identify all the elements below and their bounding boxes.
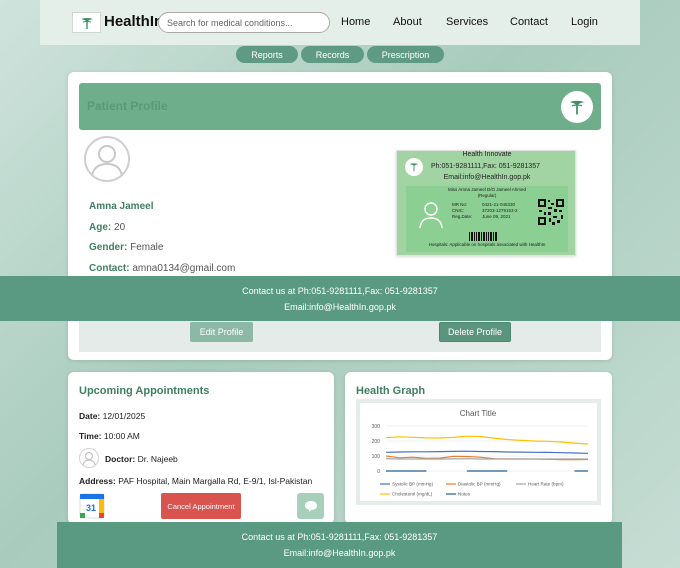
brand-logo-icon[interactable]	[72, 12, 101, 33]
id-card-footer: Hospitals: Applicable on hospitals assoc…	[428, 242, 546, 247]
profile-actions: Edit Profile Delete Profile	[79, 316, 601, 352]
y-tick-label: 200	[372, 439, 381, 445]
search-input[interactable]	[158, 12, 330, 33]
id-reg-value: June 09, 2021	[482, 214, 511, 219]
nav-link-home[interactable]: Home	[341, 16, 370, 28]
nav-link-services[interactable]: Services	[446, 16, 488, 28]
id-mr-row: MR No: 0421-21-045330	[452, 202, 515, 207]
contact-footer: Contact us at Ph:051-9281111,Fax: 051-92…	[0, 276, 680, 321]
legend-label: Cholesterol (mg/dL)	[392, 492, 433, 497]
footer-email-line: Email:info@HealthIn.gop.pk	[283, 548, 396, 558]
y-tick-label: 300	[372, 424, 381, 430]
appointment-address: Address: PAF Hospital, Main Margalla Rd,…	[79, 476, 312, 486]
footer-contact-line: Contact us at Ph:051-9281111,Fax: 051-92…	[241, 532, 438, 542]
address-value: PAF Hospital, Main Margalla Rd, E-9/1, I…	[118, 476, 313, 486]
navbar: HealthIn Home About Services Contact Log…	[40, 0, 640, 45]
avatar	[84, 136, 130, 182]
edit-profile-button[interactable]: Edit Profile	[190, 322, 253, 342]
tab-reports[interactable]: Reports	[236, 46, 298, 63]
contact-value: amna0134@gmail.com	[132, 263, 236, 274]
date-label: Date:	[79, 411, 101, 421]
id-cnic-label: CNIC:	[452, 208, 465, 213]
tab-records[interactable]: Records	[301, 46, 364, 63]
id-reg-label: Reg.Date:	[452, 214, 473, 219]
address-label: Address:	[79, 476, 116, 486]
doctor-avatar-icon	[79, 448, 99, 468]
age-label: Age:	[89, 222, 112, 233]
legend-label: Diastolic BP (mmHg)	[458, 482, 501, 487]
time-label: Time:	[79, 431, 102, 441]
brand-logo-icon	[561, 91, 593, 123]
chart-title: Chart Title	[460, 409, 497, 418]
doctor-label: Doctor:	[105, 454, 136, 464]
nav-link-about[interactable]: About	[393, 16, 422, 28]
appointments-title: Upcoming Appointments	[79, 385, 210, 397]
upcoming-appointments-card: Upcoming Appointments Date: 12/01/2025 T…	[68, 372, 334, 524]
id-card-phone: Ph:051-9281111,Fax: 051-9281357	[431, 163, 540, 170]
series-line	[385, 435, 589, 445]
appointment-doctor: Doctor: Dr. Najeeb	[105, 454, 178, 464]
appointment-time: Time: 10:00 AM	[79, 431, 140, 441]
appointment-date: Date: 12/01/2025	[79, 411, 145, 421]
health-graph-card: Health Graph Chart Title 0 100 200 300 Syst…	[345, 372, 612, 524]
nav-link-contact[interactable]: Contact	[510, 16, 548, 28]
cancel-appointment-button[interactable]: Cancel Appointment	[161, 493, 241, 519]
legend-label: Heart Rate (bpm)	[528, 482, 564, 487]
qr-code-icon	[537, 198, 565, 226]
y-tick-label: 100	[372, 454, 381, 460]
age-field: Age: 20	[89, 222, 125, 233]
patient-id-card: Health Innovate Ph:051-9281111,Fax: 051-…	[396, 150, 576, 256]
health-chart: Chart Title 0 100 200 300 Systolic BP (mmHg…	[356, 399, 601, 505]
id-card-org: Health Innovate	[462, 151, 512, 158]
health-graph-title: Health Graph	[356, 385, 426, 397]
legend-label: Notes	[458, 492, 471, 497]
nav-link-login[interactable]: Login	[571, 16, 598, 28]
series-line	[385, 450, 589, 454]
footer-email-line: Email:info@HealthIn.gop.pk	[284, 302, 396, 312]
gender-value: Female	[130, 242, 164, 253]
id-mr-value: 0421-21-045330	[482, 202, 516, 207]
contact-label: Contact:	[89, 263, 130, 274]
id-card-holder: Miss Amna Jameel D/O Jameel Ahmed	[447, 187, 527, 192]
date-value: 12/01/2025	[102, 411, 146, 421]
google-calendar-icon[interactable]: 31	[79, 493, 105, 519]
id-card-details: Miss Amna Jameel D/O Jameel Ahmed (Regul…	[406, 186, 568, 252]
id-reg-row: Reg.Date: June 09, 2021	[452, 214, 511, 219]
y-tick-label: 0	[377, 469, 380, 475]
gender-label: Gender:	[89, 242, 128, 253]
contact-field: Contact: amna0134@gmail.com	[89, 263, 235, 274]
health-chart-svg: Chart Title 0 100 200 300 Systolic BP (mmHg…	[372, 409, 589, 497]
delete-profile-button[interactable]: Delete Profile	[439, 322, 511, 342]
brand-name[interactable]: HealthIn	[104, 13, 163, 30]
id-mr-label: MR No:	[452, 202, 468, 207]
time-value: 10:00 AM	[103, 431, 140, 441]
tab-prescription[interactable]: Prescription	[367, 46, 444, 63]
patient-name: Amna Jameel	[89, 201, 154, 212]
svg-text:31: 31	[86, 503, 96, 513]
gender-field: Gender: Female	[89, 242, 163, 253]
barcode-icon	[469, 228, 497, 241]
page-title: Patient Profile	[87, 99, 168, 113]
id-avatar-icon	[416, 198, 446, 230]
legend-label: Systolic BP (mmHg)	[392, 482, 433, 487]
id-card-email: Email:info@HealthIn.gop.pk	[443, 174, 531, 181]
chat-icon[interactable]	[297, 493, 324, 519]
footer-contact-line: Contact us at Ph:051-9281111,Fax: 051-92…	[242, 286, 438, 296]
doctor-value: Dr. Najeeb	[137, 454, 178, 464]
profile-header: Patient Profile	[79, 83, 601, 130]
contact-footer-bottom: Contact us at Ph:051-9281111,Fax: 051-92…	[57, 522, 622, 568]
id-cnic-value: 37203-1279153-2	[482, 208, 518, 213]
age-value: 20	[114, 222, 126, 233]
id-cnic-row: CNIC: 37203-1279153-2	[452, 208, 518, 213]
